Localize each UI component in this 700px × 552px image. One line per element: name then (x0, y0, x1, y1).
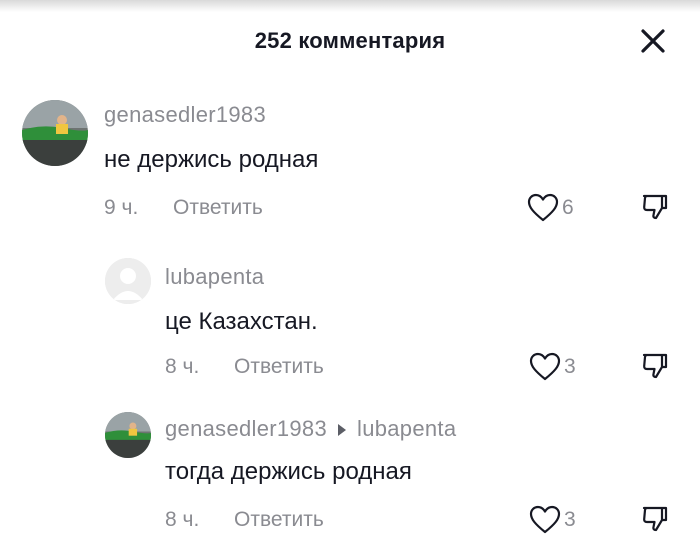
like-button[interactable]: 3 (529, 352, 576, 382)
close-icon (641, 29, 665, 53)
comment-username-row: genasedler1983 lubapenta (165, 416, 456, 442)
avatar-image (22, 100, 88, 166)
reply-button[interactable]: Ответить (234, 355, 324, 379)
thumbs-down-icon (642, 353, 668, 379)
heart-icon (527, 193, 559, 222)
comment-time: 8 ч. (165, 508, 200, 531)
like-button[interactable]: 6 (527, 193, 574, 223)
comment-time: 9 ч. (104, 196, 139, 219)
close-button[interactable] (638, 26, 668, 56)
dislike-button[interactable] (641, 352, 669, 380)
dislike-button[interactable] (641, 193, 669, 221)
avatar-image (105, 412, 151, 458)
reply-arrow-icon (338, 424, 347, 437)
avatar[interactable] (105, 258, 151, 304)
comments-count-title: 252 комментария (254, 28, 446, 53)
dislike-button[interactable] (641, 505, 669, 533)
comment-username[interactable]: lubapenta (165, 264, 264, 290)
top-strip (0, 0, 700, 12)
thumbs-down-icon (642, 506, 668, 532)
like-count: 6 (562, 196, 574, 219)
default-avatar-icon (105, 258, 151, 304)
comment-username[interactable]: genasedler1983 (104, 102, 266, 128)
avatar[interactable] (22, 100, 88, 166)
thumbs-down-icon (642, 194, 668, 220)
heart-icon (529, 352, 561, 381)
reply-to-username[interactable]: lubapenta (357, 416, 456, 441)
comment-text: це Казахстан. (165, 308, 318, 335)
like-count: 3 (564, 508, 576, 531)
comment-username[interactable]: genasedler1983 (165, 416, 327, 441)
like-button[interactable]: 3 (529, 505, 576, 535)
reply-button[interactable]: Ответить (173, 196, 263, 220)
like-count: 3 (564, 355, 576, 378)
avatar[interactable] (105, 412, 151, 458)
reply-button[interactable]: Ответить (234, 508, 324, 532)
heart-icon (529, 505, 561, 534)
comment-text: тогда держись родная (165, 458, 412, 485)
comment-text: не держись родная (104, 146, 319, 173)
comment-time: 8 ч. (165, 355, 200, 378)
